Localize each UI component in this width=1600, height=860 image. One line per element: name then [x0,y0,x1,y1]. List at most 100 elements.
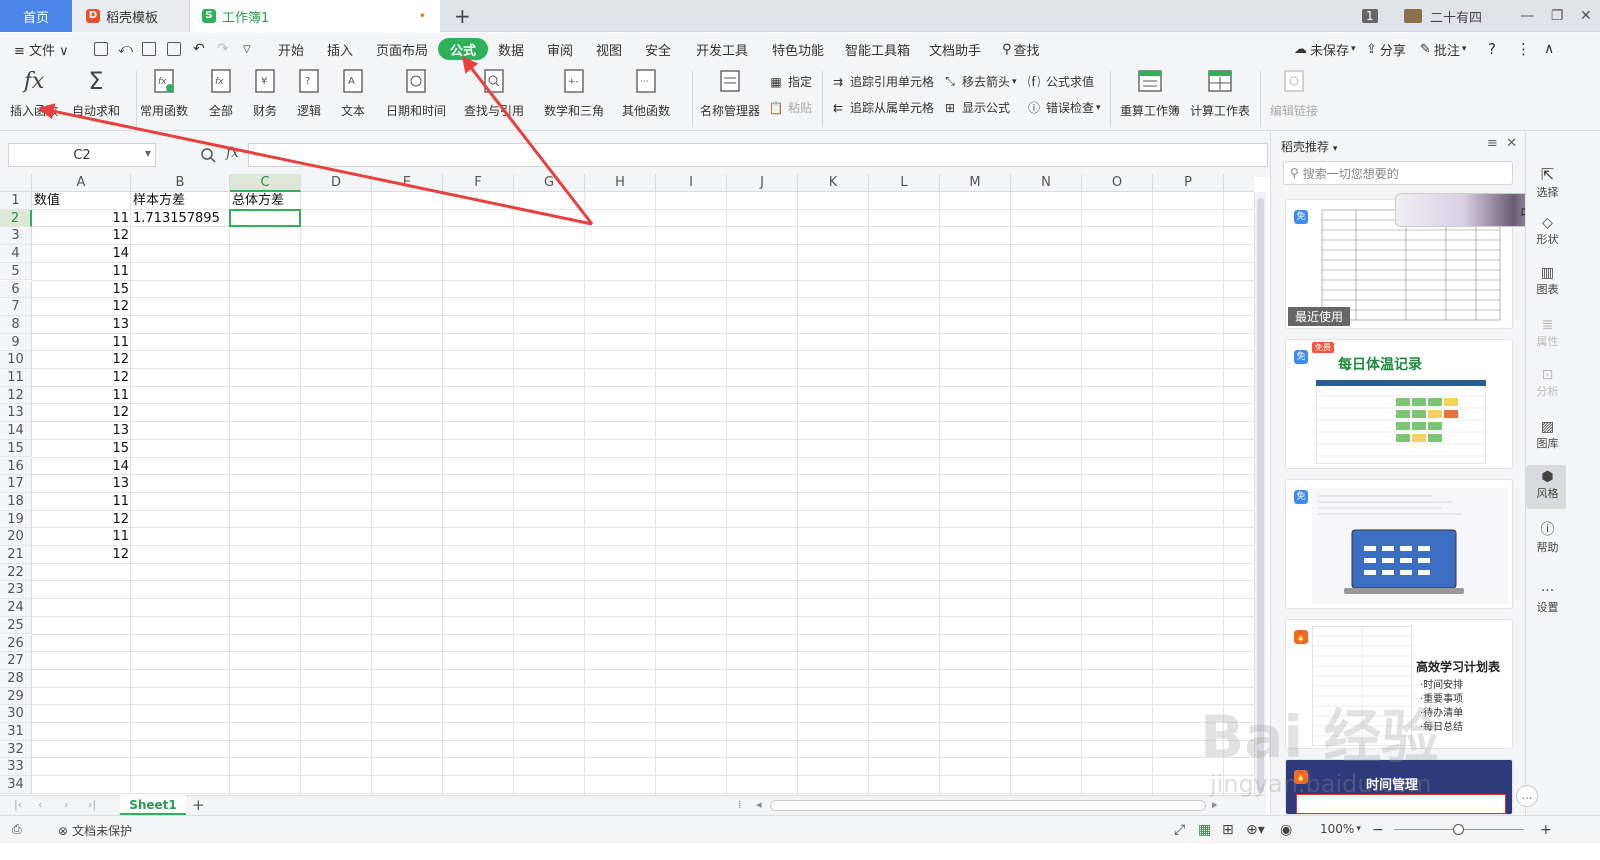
trace-dependents-button[interactable]: ⇇ 追踪从属单元格 [830,99,934,116]
cell-a13[interactable]: 12 [34,404,129,422]
minimize-button[interactable]: — [1520,8,1534,24]
protection-status[interactable]: ⊗ 文档未保护 [58,822,132,839]
zoom-in-button[interactable]: + [1540,822,1552,838]
row-header-17[interactable]: 17 [0,475,32,493]
active-cell-c2[interactable] [229,208,301,228]
calc-sheet-button[interactable]: 计算工作表 [1190,68,1250,119]
name-box[interactable]: C2 ▼ [8,143,156,167]
column-header-D[interactable]: D [301,174,372,192]
cell-b2[interactable]: 1.713157895 [133,210,228,228]
row-header-21[interactable]: 21 [0,546,32,564]
remove-arrows-button[interactable]: ⤡ 移去箭头 ▾ [942,73,1016,90]
share-button[interactable]: ⇪ 分享 [1366,33,1406,65]
prev-sheet-icon[interactable]: ‹ [38,798,42,811]
cell-a10[interactable]: 12 [34,351,129,369]
first-sheet-icon[interactable]: |‹ [14,798,22,811]
collapse-ribbon-icon[interactable]: ∧ [1544,33,1554,65]
select-all-corner[interactable] [0,174,32,192]
insert-function-button[interactable]: fx 插入函数 [10,68,58,119]
row-header-26[interactable]: 26 [0,634,32,653]
tab-features[interactable]: 特色功能 [772,33,824,65]
text-functions-button[interactable]: A 文本 [340,68,366,119]
row-header-33[interactable]: 33 [0,758,32,777]
analysis-tool[interactable]: ⊡ 分析 [1526,367,1569,399]
shapes-tool[interactable]: ◇ 形状 [1526,215,1569,247]
scroll-right-icon[interactable]: ▸ [1212,798,1218,811]
new-tab-button[interactable]: + [454,4,471,28]
window-count-badge[interactable]: 1 [1362,0,1378,32]
row-header-13[interactable]: 13 [0,404,32,423]
spreadsheet-grid[interactable]: ABCDEFGHIJKLMNOPQ12345678910111213141516… [0,174,1254,795]
column-header-K[interactable]: K [798,174,869,192]
add-sheet-button[interactable]: + [192,796,205,814]
panel-close-icon[interactable]: ✕ [1506,136,1517,151]
zoom-level[interactable]: 100% ▾ [1320,822,1361,836]
math-functions-button[interactable]: +- 数学和三角 [544,68,604,119]
all-functions-button[interactable]: fx 全部 [208,68,234,119]
row-header-29[interactable]: 29 [0,687,32,706]
zoom-formula-icon[interactable] [200,147,216,163]
tab-data[interactable]: 数据 [498,33,524,65]
style-tool[interactable]: ⬢ 风格 [1526,465,1569,509]
column-header-I[interactable]: I [656,174,727,192]
cell-a18[interactable]: 11 [34,493,129,511]
panel-title[interactable]: 稻壳推荐 ▾ [1281,138,1337,155]
redo-icon[interactable]: ↷ [217,33,229,65]
tab-insert[interactable]: 插入 [327,33,353,65]
tab-doc-assistant[interactable]: 文档助手 [929,33,981,65]
column-header-Q[interactable]: Q [1224,174,1254,192]
tab-smart-tools[interactable]: 智能工具箱 [845,33,910,65]
row-header-18[interactable]: 18 [0,492,32,511]
row-header-7[interactable]: 7 [0,298,32,316]
name-manager-button[interactable]: 名称管理器 [700,68,760,119]
select-tool[interactable]: ⇱ 选择 [1526,165,1569,200]
undo-icon[interactable]: ↶ [193,33,205,65]
tab-docer-template[interactable]: D 稻壳模板 [72,0,190,32]
tab-split-handle[interactable]: ⁞ [738,798,742,811]
row-header-30[interactable]: 30 [0,705,32,723]
cell-a11[interactable]: 12 [34,369,129,387]
row-header-11[interactable]: 11 [0,369,32,387]
print-preview-icon[interactable] [167,33,181,65]
fx-icon[interactable]: fx [226,145,239,161]
recalc-workbook-button[interactable]: 重算工作簿 [1120,68,1180,119]
row-header-15[interactable]: 15 [0,439,32,458]
cell-c1[interactable]: 总体方差 [232,192,299,210]
file-menu[interactable]: ≡ 文件 ∨ [14,33,69,65]
properties-tool[interactable]: ≣ 属性 [1526,317,1569,349]
column-header-L[interactable]: L [869,174,940,192]
print-icon[interactable] [142,33,156,65]
settings-tool[interactable]: ··· 设置 [1526,583,1569,615]
edit-links-button[interactable]: 编辑链接 [1270,68,1318,119]
row-header-22[interactable]: 22 [0,563,32,582]
specify-button[interactable]: ▦ 指定 [768,73,812,90]
column-header-F[interactable]: F [443,174,514,192]
tab-review[interactable]: 审阅 [547,33,573,65]
cell-a19[interactable]: 12 [34,511,129,529]
logic-functions-button[interactable]: ? 逻辑 [296,68,322,119]
row-header-27[interactable]: 27 [0,652,32,670]
tab-start[interactable]: 开始 [278,33,304,65]
template-card[interactable]: 免 [1285,479,1513,609]
tab-view[interactable]: 视图 [596,33,622,65]
gallery-tool[interactable]: ▨ 图库 [1526,419,1569,451]
paste-names-button[interactable]: 📋 粘贴 [768,99,813,116]
page-break-view-icon[interactable]: ⊞ [1222,822,1234,838]
formula-input[interactable] [248,143,1268,167]
column-header-O[interactable]: O [1082,174,1153,192]
sheet-tab-sheet1[interactable]: Sheet1 [120,795,186,815]
cell-a12[interactable]: 11 [34,387,129,405]
macro-icon[interactable]: ⎙ [12,822,22,837]
cell-a20[interactable]: 11 [34,528,129,546]
lookup-functions-button[interactable]: 查找与引用 [464,68,524,119]
chevron-down-icon[interactable]: ▼ [145,149,151,158]
error-check-button[interactable]: ⓘ 错误检查 ▾ [1026,99,1101,116]
next-sheet-icon[interactable]: › [64,798,68,811]
row-header-23[interactable]: 23 [0,581,32,600]
row-header-2[interactable]: 2 [0,209,32,228]
quick-access-dropdown-icon[interactable]: ▽ [243,33,251,65]
row-header-32[interactable]: 32 [0,740,32,759]
tab-formulas[interactable]: 公式 [438,38,489,60]
restore-button[interactable]: ❐ [1551,8,1564,24]
other-functions-button[interactable]: ··· 其他函数 [622,68,670,119]
